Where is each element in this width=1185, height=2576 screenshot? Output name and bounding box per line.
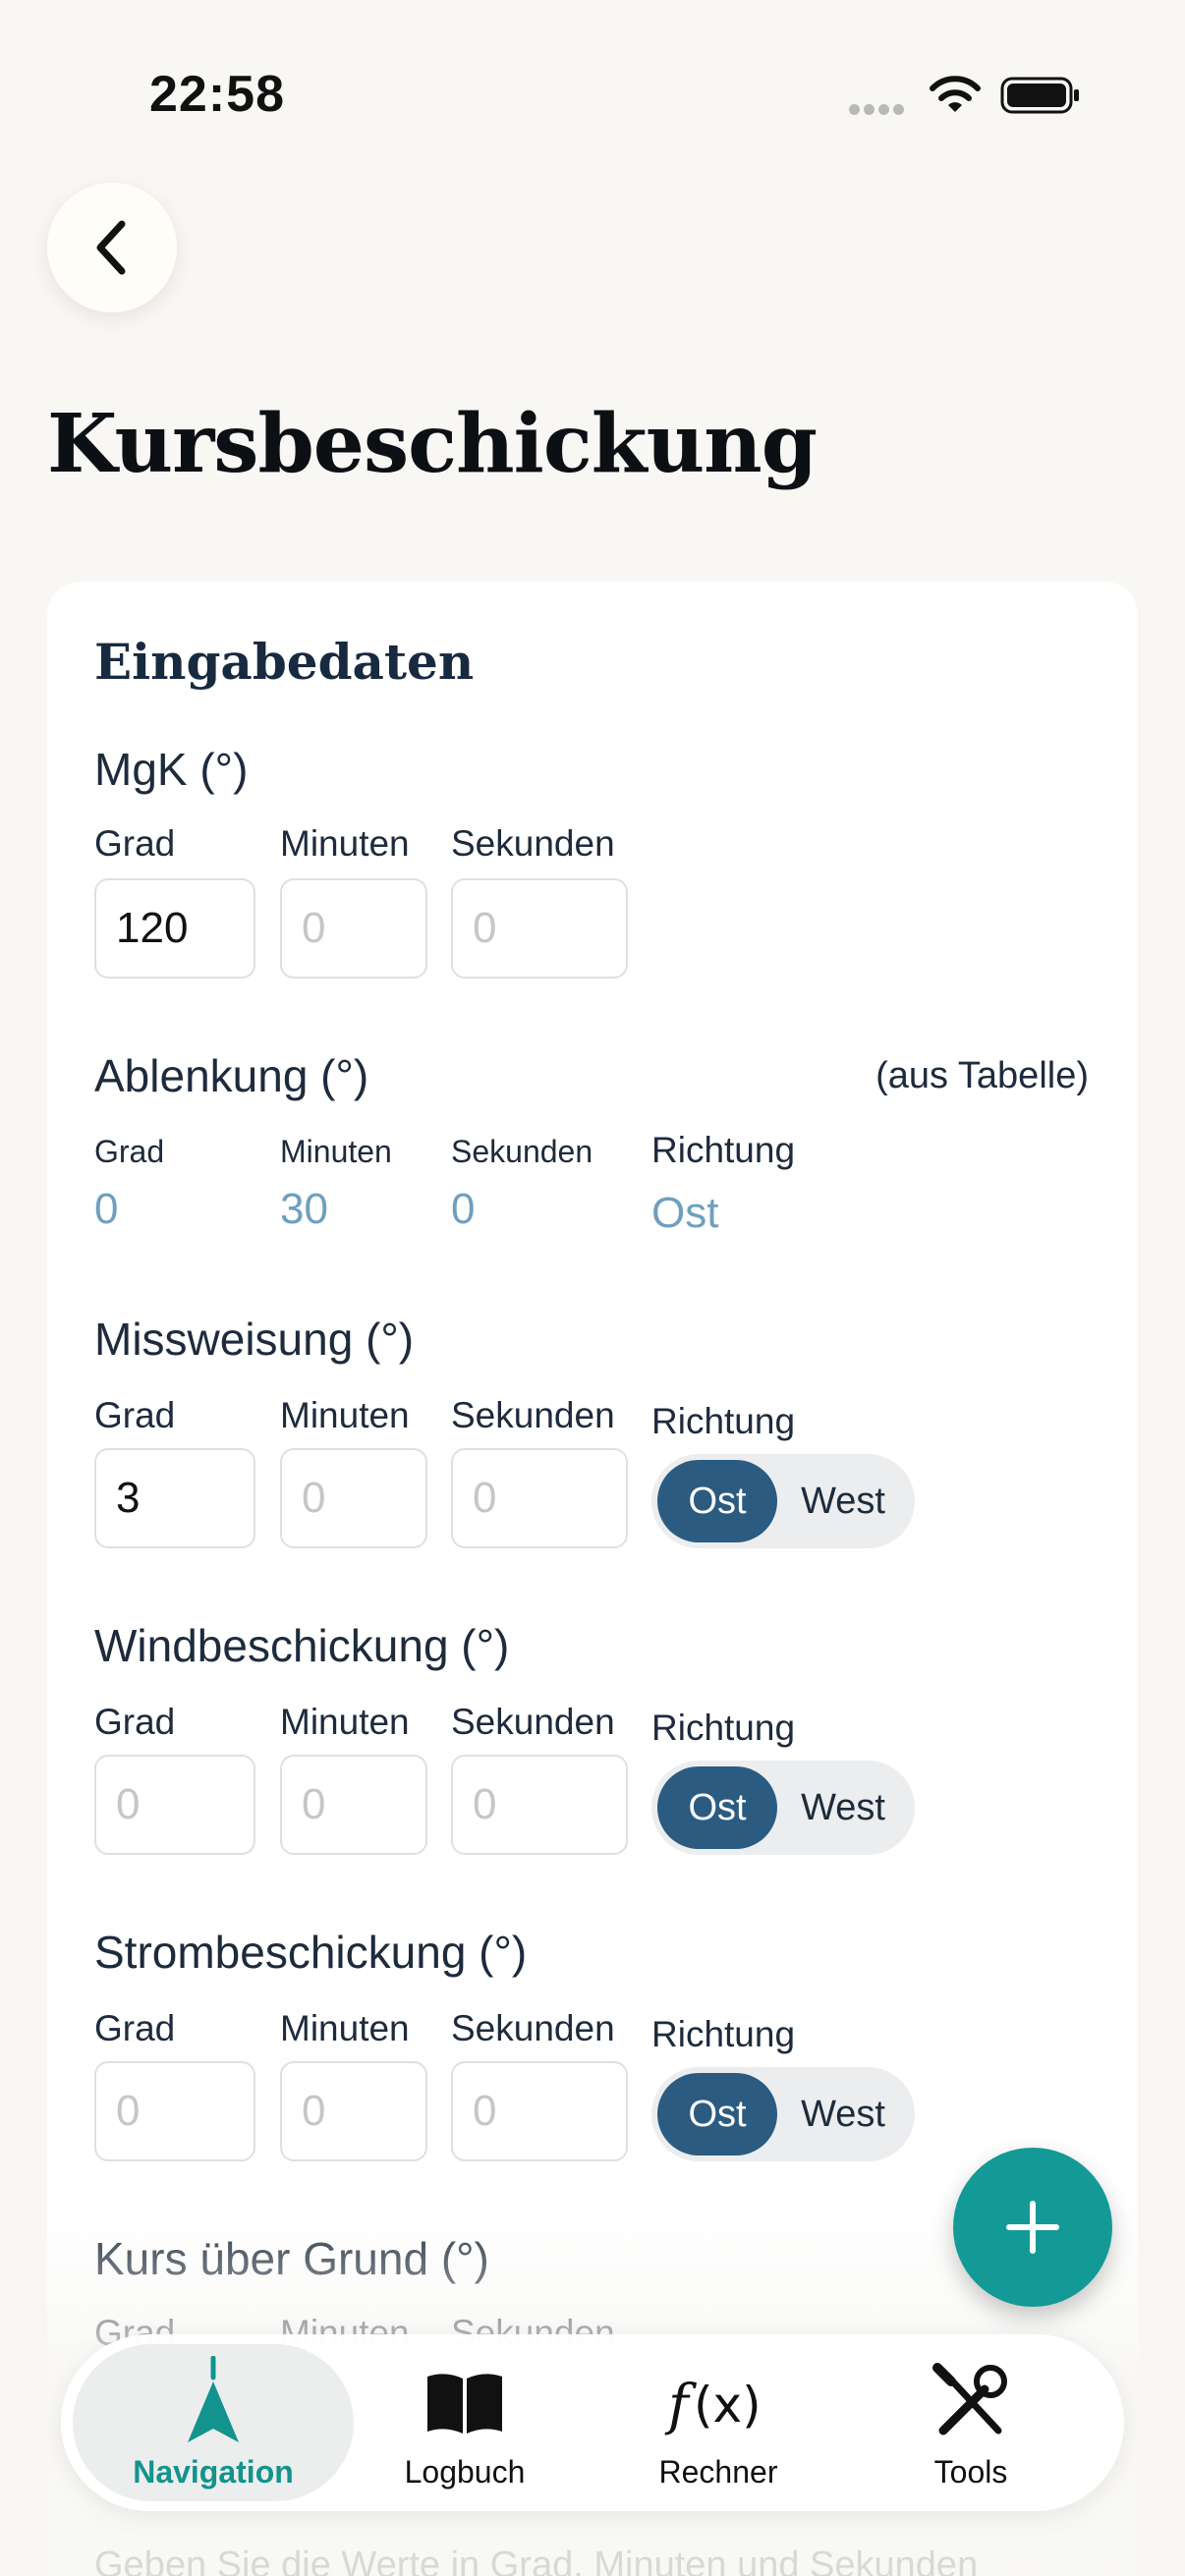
ablenkung-richtung-label: Richtung bbox=[651, 1130, 796, 1170]
missweisung-title: Missweisung (°) bbox=[94, 1314, 415, 1365]
add-button[interactable] bbox=[953, 2148, 1112, 2307]
ablenkung-minuten-label: Minuten bbox=[280, 1134, 392, 1169]
section-title: Eingabedaten bbox=[94, 633, 475, 691]
windbeschickung-west-option[interactable]: West bbox=[777, 1766, 909, 1849]
windbeschickung-direction-toggle[interactable]: Ost West bbox=[651, 1761, 915, 1855]
strombeschickung-grad-label: Grad bbox=[94, 2008, 176, 2048]
mgk-grad-input[interactable]: 120 bbox=[94, 878, 255, 979]
strombeschickung-richtung-label: Richtung bbox=[651, 2014, 796, 2054]
mgk-grad-label: Grad bbox=[94, 823, 176, 864]
missweisung-grad-label: Grad bbox=[94, 1395, 176, 1435]
ablenkung-minuten-value: 30 bbox=[280, 1185, 328, 1233]
battery-icon bbox=[1000, 77, 1079, 114]
plus-icon bbox=[1006, 2201, 1059, 2254]
ablenkung-sekunden-label: Sekunden bbox=[451, 1134, 593, 1169]
mgk-title: MgK (°) bbox=[94, 744, 249, 795]
function-icon: f (x) bbox=[664, 2374, 762, 2437]
windbeschickung-minuten-input[interactable]: 0 bbox=[280, 1755, 427, 1855]
strombeschickung-sekunden-label: Sekunden bbox=[451, 2008, 615, 2048]
tab-tools[interactable]: Tools bbox=[853, 2344, 1089, 2501]
tab-bar: Navigation Logbuch f (x) Rechner Tools bbox=[61, 2334, 1124, 2511]
kug-title: Kurs über Grund (°) bbox=[94, 2233, 489, 2284]
windbeschickung-grad-input[interactable]: 0 bbox=[94, 1755, 255, 1855]
strombeschickung-sekunden-input[interactable]: 0 bbox=[451, 2061, 628, 2161]
strombeschickung-ost-option[interactable]: Ost bbox=[657, 2073, 777, 2156]
tab-tools-label: Tools bbox=[933, 2454, 1008, 2490]
tab-rechner-label: Rechner bbox=[658, 2454, 778, 2490]
wifi-icon bbox=[930, 76, 981, 112]
strombeschickung-title: Strombeschickung (°) bbox=[94, 1927, 528, 1978]
status-time: 22:58 bbox=[149, 66, 285, 123]
windbeschickung-sekunden-input[interactable]: 0 bbox=[451, 1755, 628, 1855]
windbeschickung-grad-label: Grad bbox=[94, 1702, 176, 1742]
book-icon bbox=[427, 2374, 502, 2434]
missweisung-direction-toggle[interactable]: Ost West bbox=[651, 1454, 915, 1548]
page-title: Kursbeschickung bbox=[47, 397, 818, 491]
mgk-sekunden-label: Sekunden bbox=[451, 823, 615, 864]
tab-logbuch-label: Logbuch bbox=[404, 2454, 526, 2490]
navigation-arrow-icon bbox=[188, 2356, 239, 2442]
tab-navigation[interactable]: Navigation bbox=[73, 2344, 354, 2501]
svg-text:(x): (x) bbox=[694, 2377, 762, 2434]
strombeschickung-grad-input[interactable]: 0 bbox=[94, 2061, 255, 2161]
tab-rechner[interactable]: f (x) Rechner bbox=[600, 2344, 836, 2501]
windbeschickung-minuten-label: Minuten bbox=[280, 1702, 410, 1742]
mgk-sekunden-input[interactable]: 0 bbox=[451, 878, 628, 979]
windbeschickung-sekunden-label: Sekunden bbox=[451, 1702, 615, 1742]
missweisung-minuten-label: Minuten bbox=[280, 1395, 410, 1435]
wrench-screwdriver-icon bbox=[932, 2363, 1007, 2436]
tab-navigation-label: Navigation bbox=[133, 2454, 294, 2490]
ablenkung-sekunden-value: 0 bbox=[451, 1185, 476, 1233]
missweisung-ost-option[interactable]: Ost bbox=[657, 1460, 777, 1542]
missweisung-richtung-label: Richtung bbox=[651, 1401, 796, 1441]
back-button[interactable] bbox=[47, 183, 177, 312]
missweisung-grad-input[interactable]: 3 bbox=[94, 1448, 255, 1548]
ablenkung-note: (aus Tabelle) bbox=[875, 1055, 1089, 1096]
missweisung-minuten-input[interactable]: 0 bbox=[280, 1448, 427, 1548]
strombeschickung-direction-toggle[interactable]: Ost West bbox=[651, 2067, 915, 2161]
cellular-signal-icon bbox=[849, 102, 908, 116]
chevron-left-icon bbox=[96, 220, 126, 275]
ablenkung-richtung-value: Ost bbox=[651, 1189, 719, 1237]
footnote-text: Geben Sie die Werte in Grad, Minuten und… bbox=[94, 2545, 979, 2576]
ablenkung-grad-value: 0 bbox=[94, 1185, 119, 1233]
mgk-minuten-label: Minuten bbox=[280, 823, 410, 864]
status-bar: 22:58 bbox=[0, 0, 1185, 187]
missweisung-sekunden-label: Sekunden bbox=[451, 1395, 615, 1435]
ablenkung-grad-label: Grad bbox=[94, 1134, 165, 1169]
strombeschickung-west-option[interactable]: West bbox=[777, 2073, 909, 2156]
ablenkung-title: Ablenkung (°) bbox=[94, 1050, 369, 1101]
mgk-minuten-input[interactable]: 0 bbox=[280, 878, 427, 979]
windbeschickung-ost-option[interactable]: Ost bbox=[657, 1766, 777, 1849]
svg-text:f: f bbox=[664, 2374, 698, 2437]
missweisung-sekunden-input[interactable]: 0 bbox=[451, 1448, 628, 1548]
windbeschickung-richtung-label: Richtung bbox=[651, 1708, 796, 1748]
windbeschickung-title: Windbeschickung (°) bbox=[94, 1620, 510, 1671]
missweisung-west-option[interactable]: West bbox=[777, 1460, 909, 1542]
strombeschickung-minuten-input[interactable]: 0 bbox=[280, 2061, 427, 2161]
strombeschickung-minuten-label: Minuten bbox=[280, 2008, 410, 2048]
tab-logbuch[interactable]: Logbuch bbox=[347, 2344, 583, 2501]
